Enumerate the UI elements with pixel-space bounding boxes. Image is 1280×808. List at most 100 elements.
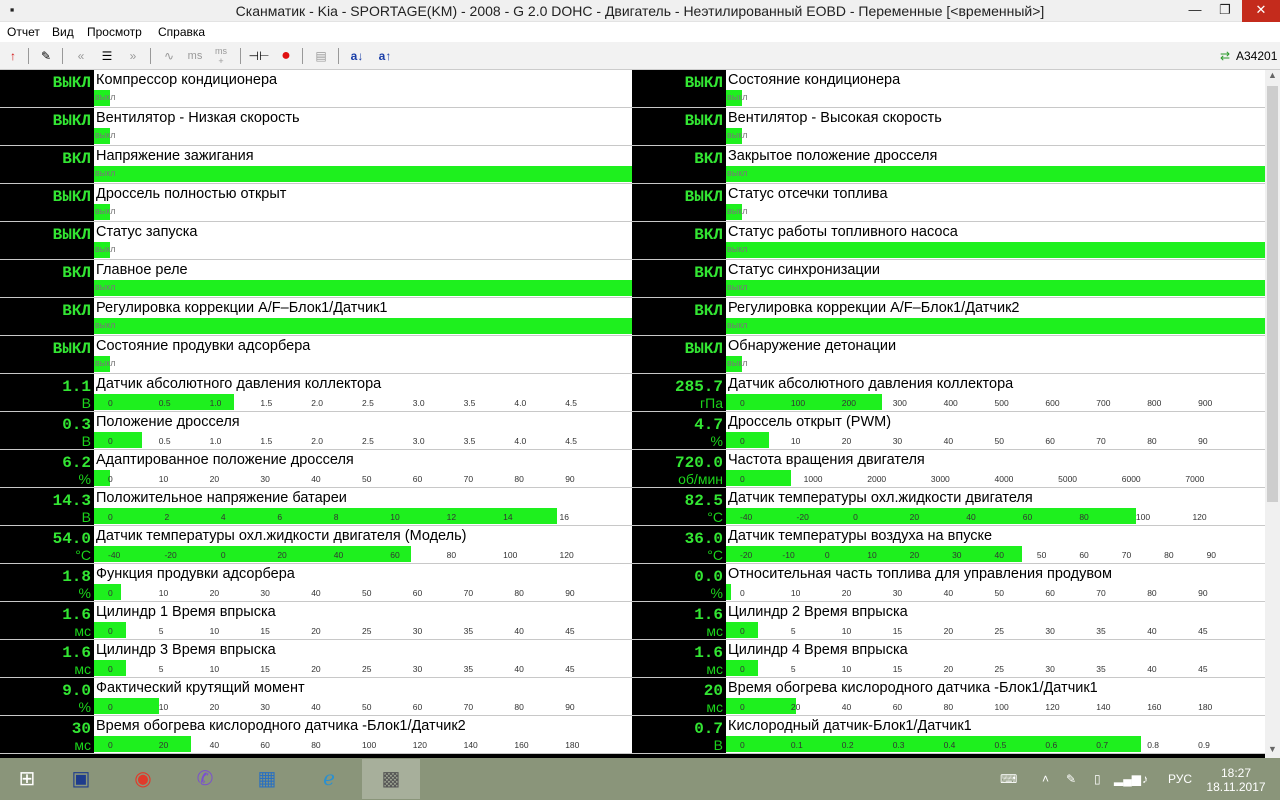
vertical-scrollbar[interactable]: ▲ ▼ [1265,70,1280,758]
scanmatik-icon[interactable]: ▩ [362,759,420,799]
param-row[interactable]: ВКЛ Закрытое положение дросселя выкл [632,146,1265,184]
scale-tick-label: 20 [909,550,920,560]
back-arrow-icon[interactable]: ↑ [4,46,22,66]
scroll-up-icon[interactable]: ▲ [1265,70,1280,84]
param-row[interactable]: 1.6 мс Цилиндр 1 Время впрыска 0 5 10 15 20 25 30… [0,602,632,640]
param-row[interactable]: ВЫКЛ Обнаружение детонации выкл [632,336,1265,374]
param-row[interactable]: 20 мс Время обогрева кислородного датчика … [632,678,1265,716]
param-value-cell: ВКЛ [0,146,93,183]
param-row[interactable]: 0.7 В Кислородный датчик-Блок1/Датчик1 0 0.1… [632,716,1265,754]
scale-tick-label: 80 [514,474,524,484]
ms-plus-icon[interactable]: ms + [210,46,232,66]
param-row[interactable]: 36.0 °C Датчик температуры воздуха на впус… [632,526,1265,564]
menu-report[interactable]: Отчет [7,25,40,39]
param-row[interactable]: 6.2% Адаптированное положение дросселя 0 10… [0,450,632,488]
param-row[interactable]: ВЫКЛ Дроссель полностью открыт выкл [0,184,632,222]
pen-icon[interactable]: ✎ [1066,758,1080,800]
param-row[interactable]: 82.5 °C Датчик температуры охл.жидкости дв… [632,488,1265,526]
param-unit: % [78,471,91,487]
param-row[interactable]: 4.7% Дроссель открыт (PWM) 0 10 20 30 40 50 60 70… [632,412,1265,450]
param-scale: -20 -10 0 10 20 30 40 50 60 70 80 90 [726,550,1265,562]
param-row[interactable]: ВКЛ Главное реле выкл [0,260,632,298]
param-row[interactable]: ВЫКЛ Статус запуска выкл [0,222,632,260]
tray-expand-icon[interactable]: ˄ [1042,758,1054,800]
rewind-icon[interactable]: « [70,46,92,66]
maximize-icon[interactable]: ❐ [1210,0,1240,22]
keyboard-icon[interactable]: ⌨ [1000,758,1030,800]
forward-icon[interactable]: » [122,46,144,66]
scroll-down-icon[interactable]: ▼ [1265,744,1280,758]
list-icon[interactable]: ☰ [96,46,118,66]
scale-tick-label: 15 [260,664,270,674]
param-row[interactable]: ВКЛ Статус синхронизации выкл [632,260,1265,298]
param-row[interactable]: ВКЛ Напряжение зажигания выкл [0,146,632,184]
param-row[interactable]: 54.0 °C Датчик температуры охл.жидкости дв… [0,526,632,564]
sort-down-icon[interactable]: a↓ [346,46,368,66]
param-row[interactable]: ВЫКЛ Состояние продувки адсорбера выкл [0,336,632,374]
language-indicator[interactable]: РУС [1168,758,1194,800]
param-label-cell: Регулировка коррекции A/F–Блок1/Датчик1 в… [94,298,632,335]
param-label-cell: Напряжение зажигания выкл [94,146,632,183]
param-row[interactable]: 0.0% Относительная часть топлива для упра… [632,564,1265,602]
param-row[interactable]: 1.6 мс Цилиндр 3 Время впрыска 0 5 10 15 20 25 30… [0,640,632,678]
param-label-cell: Регулировка коррекции A/F–Блок1/Датчик2 в… [726,298,1265,335]
param-value-cell: 82.5 °C [632,488,725,525]
close-icon[interactable]: ✕ [1242,0,1280,22]
scale-tick-label: 80 [514,588,524,598]
scale-tick-label: 70 [463,588,474,598]
ms-icon[interactable]: ms [184,46,206,66]
volume-icon[interactable]: ♪ [1142,758,1156,800]
save-icon[interactable]: ▤ [310,46,332,66]
scale-tick-label: 70 [463,474,474,484]
menu-help[interactable]: Справка [158,25,205,39]
param-row[interactable]: ВЫКЛ Вентилятор - Низкая скорость выкл [0,108,632,146]
scale-tick-label: 50 [362,702,372,712]
menu-browse[interactable]: Просмотр [87,25,142,39]
param-scale: 0 20 40 60 80 100 120 140 160 180 [726,702,1265,714]
param-row[interactable]: ВКЛ Регулировка коррекции A/F–Блок1/Датчи… [632,298,1265,336]
signal-icon[interactable]: ▂▄▆ [1114,758,1141,800]
param-row[interactable]: 1.6 мс Цилиндр 2 Время впрыска 0 5 10 15 20 25 30… [632,602,1265,640]
param-value: ВЫКЛ [52,340,91,358]
param-row[interactable]: ВЫКЛ Вентилятор - Высокая скорость выкл [632,108,1265,146]
param-row[interactable]: ВКЛ Регулировка коррекции A/F–Блок1/Датчи… [0,298,632,336]
param-row[interactable]: 14.3 В Положительное напряжение батареи 0 2 4… [0,488,632,526]
minimize-icon[interactable]: — [1180,0,1210,22]
param-row[interactable]: 0.3 В Положение дросселя 0 0.5 1.0 1.5 2.0 2.5 3.… [0,412,632,450]
param-row[interactable]: ВЫКЛ Статус отсечки топлива выкл [632,184,1265,222]
scale-tick-label: 45 [565,626,575,636]
param-row[interactable]: 1.1 В Датчик абсолютного давления коллекто… [0,374,632,412]
param-row[interactable]: 30 мс Время обогрева кислородного датчика … [0,716,632,754]
param-row[interactable]: 1.8% Функция продувки адсорбера 0 10 20 30 40 5… [0,564,632,602]
viber-icon[interactable]: ✆ [178,759,232,799]
edit-icon[interactable]: ✎ [36,46,56,66]
scale-tick-label: 0.3 [892,740,905,750]
sort-up-icon[interactable]: a↑ [374,46,396,66]
scale-tick-label: 20 [209,588,220,598]
connector-icon[interactable]: ⊣⊢ [248,46,270,66]
param-row[interactable]: 1.6 мс Цилиндр 4 Время впрыска 0 5 10 15 20 25 30… [632,640,1265,678]
chrome-icon[interactable]: ◉ [116,759,170,799]
scale-tick-label: 0.9 [1198,740,1210,750]
scroll-thumb[interactable] [1267,86,1278,502]
param-row[interactable]: 9.0% Фактический крутящий момент 0 10 20 30 40… [0,678,632,716]
record-icon[interactable]: ● [276,46,296,66]
param-unit: мс [74,661,91,677]
param-label: Цилиндр 4 Время впрыска [728,642,908,658]
param-row[interactable]: ВЫКЛ Компрессор кондиционера выкл [0,70,632,108]
ie-icon[interactable]: ℯ [302,759,356,799]
param-row[interactable]: 285.7 гПа Датчик абсолютного давления колл… [632,374,1265,412]
network-drive-icon[interactable]: ▦ [240,759,294,799]
param-row[interactable]: ВКЛ Статус работы топливного насоса выкл [632,222,1265,260]
scale-tick-label: 80 [1147,436,1157,446]
windows-logo-icon[interactable]: ⊞ [0,759,54,799]
wave-icon[interactable]: ∿ [158,46,180,66]
scale-tick-label: 1.5 [260,398,273,408]
save-disk-icon[interactable]: ▣ [54,759,108,799]
param-row[interactable]: 720.0 об/мин Частота вращения двигателя 0 10… [632,450,1265,488]
param-row[interactable]: ВЫКЛ Состояние кондиционера выкл [632,70,1265,108]
battery-icon[interactable]: ▯ [1094,758,1108,800]
menu-view[interactable]: Вид [52,25,74,39]
param-unit: % [710,585,723,601]
clock[interactable]: 18:27 18.11.2017 [1206,766,1266,808]
